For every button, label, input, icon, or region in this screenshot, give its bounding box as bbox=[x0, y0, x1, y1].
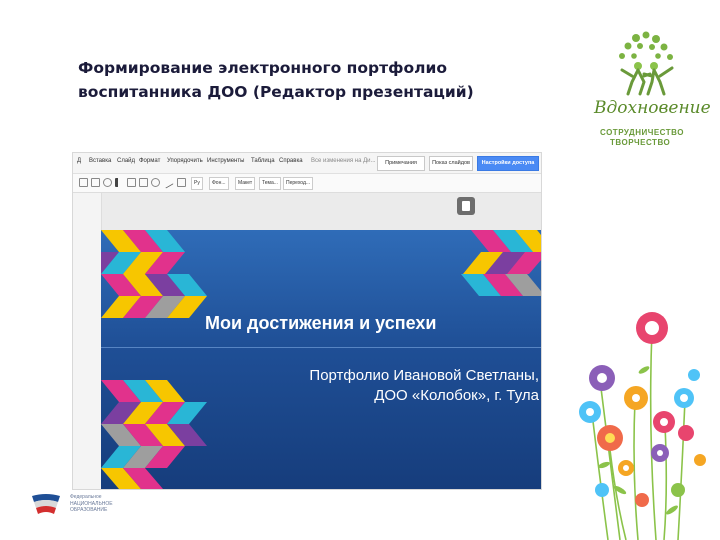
logo-brand-text: Вдохновение bbox=[594, 98, 711, 118]
shape-icon[interactable] bbox=[151, 178, 160, 187]
select-icon[interactable] bbox=[115, 178, 121, 187]
textbox-icon[interactable] bbox=[127, 178, 136, 187]
menu-item-slide[interactable]: Слайд bbox=[117, 158, 135, 164]
slide-title: Мои достижения и успехи bbox=[205, 313, 437, 333]
background-dropdown[interactable]: Фон... bbox=[209, 177, 229, 190]
layout-dropdown[interactable]: Макет bbox=[235, 177, 256, 190]
page-title-line-1: Формирование электронного портфолио bbox=[78, 59, 447, 77]
menu-item-0[interactable]: Д bbox=[77, 158, 81, 164]
menu-bar: Д Вставка Слайд Формат Упорядочить Инстр… bbox=[73, 153, 541, 174]
save-status: Все изменения на Ди... bbox=[311, 158, 376, 164]
toolbar: Ру Фон... Макет Тема... Переход... bbox=[73, 174, 541, 193]
logo-tagline-2: ТВОРЧЕСТВО bbox=[610, 138, 671, 147]
new-slide-icon[interactable] bbox=[79, 178, 88, 187]
chevron-decoration-icon bbox=[101, 230, 541, 489]
present-button[interactable]: Показ слайдов bbox=[429, 156, 473, 171]
flowers-decoration-icon bbox=[579, 312, 706, 540]
slide-thumbnails-strip[interactable] bbox=[73, 193, 102, 489]
theme-dropdown[interactable]: Тема... bbox=[259, 177, 281, 190]
slide-divider bbox=[101, 347, 541, 348]
slide-subtitle: Портфолио Ивановой Светланы, ДОО «Колобо… bbox=[231, 366, 539, 406]
slide-subtitle-line-2: ДОО «Колобок», г. Тула bbox=[374, 387, 539, 404]
logo-tree-icon bbox=[619, 31, 674, 96]
presentation-editor-screenshot: Д Вставка Слайд Формат Упорядочить Инстр… bbox=[72, 152, 542, 490]
logo-tagline-1: СОТРУДНИЧЕСТВО bbox=[600, 128, 684, 137]
undo-icon[interactable] bbox=[91, 178, 100, 187]
page-title-line-2: воспитанника ДОО (Редактор презентаций) bbox=[78, 83, 474, 101]
comment-icon[interactable] bbox=[177, 178, 186, 187]
font-size-dropdown[interactable]: Ру bbox=[191, 177, 203, 190]
slide-preview[interactable]: Мои достижения и успехи Портфолио Иванов… bbox=[101, 230, 541, 489]
brand-logo: Вдохновение СОТРУДНИЧЕСТВО ТВОРЧЕСТВО bbox=[588, 30, 711, 160]
menu-item-help[interactable]: Справка bbox=[279, 158, 303, 164]
menu-item-insert[interactable]: Вставка bbox=[89, 158, 111, 164]
menu-item-format[interactable]: Формат bbox=[139, 158, 160, 164]
slide-subtitle-line-1: Портфолио Ивановой Светланы, bbox=[309, 367, 539, 384]
speaker-notes-icon[interactable] bbox=[457, 197, 475, 215]
comments-button[interactable]: Примечания bbox=[377, 156, 425, 171]
page-title: Формирование электронного портфолио восп… bbox=[78, 56, 518, 104]
national-education-label: Федеральное НАЦИОНАЛЬНОЕ ОБРАЗОВАНИЕ bbox=[70, 494, 113, 514]
national-education-emblem-icon bbox=[32, 494, 60, 514]
zoom-icon[interactable] bbox=[103, 178, 112, 187]
image-icon[interactable] bbox=[139, 178, 148, 187]
menu-item-arrange[interactable]: Упорядочить bbox=[167, 158, 203, 164]
transition-dropdown[interactable]: Переход... bbox=[283, 177, 314, 190]
share-button[interactable]: Настройки доступа bbox=[477, 156, 539, 171]
line-icon[interactable] bbox=[161, 176, 174, 189]
menu-item-tools[interactable]: Инструменты bbox=[207, 158, 244, 164]
menu-item-table[interactable]: Таблица bbox=[251, 158, 275, 164]
national-education-line-3: ОБРАЗОВАНИЕ bbox=[70, 507, 108, 513]
